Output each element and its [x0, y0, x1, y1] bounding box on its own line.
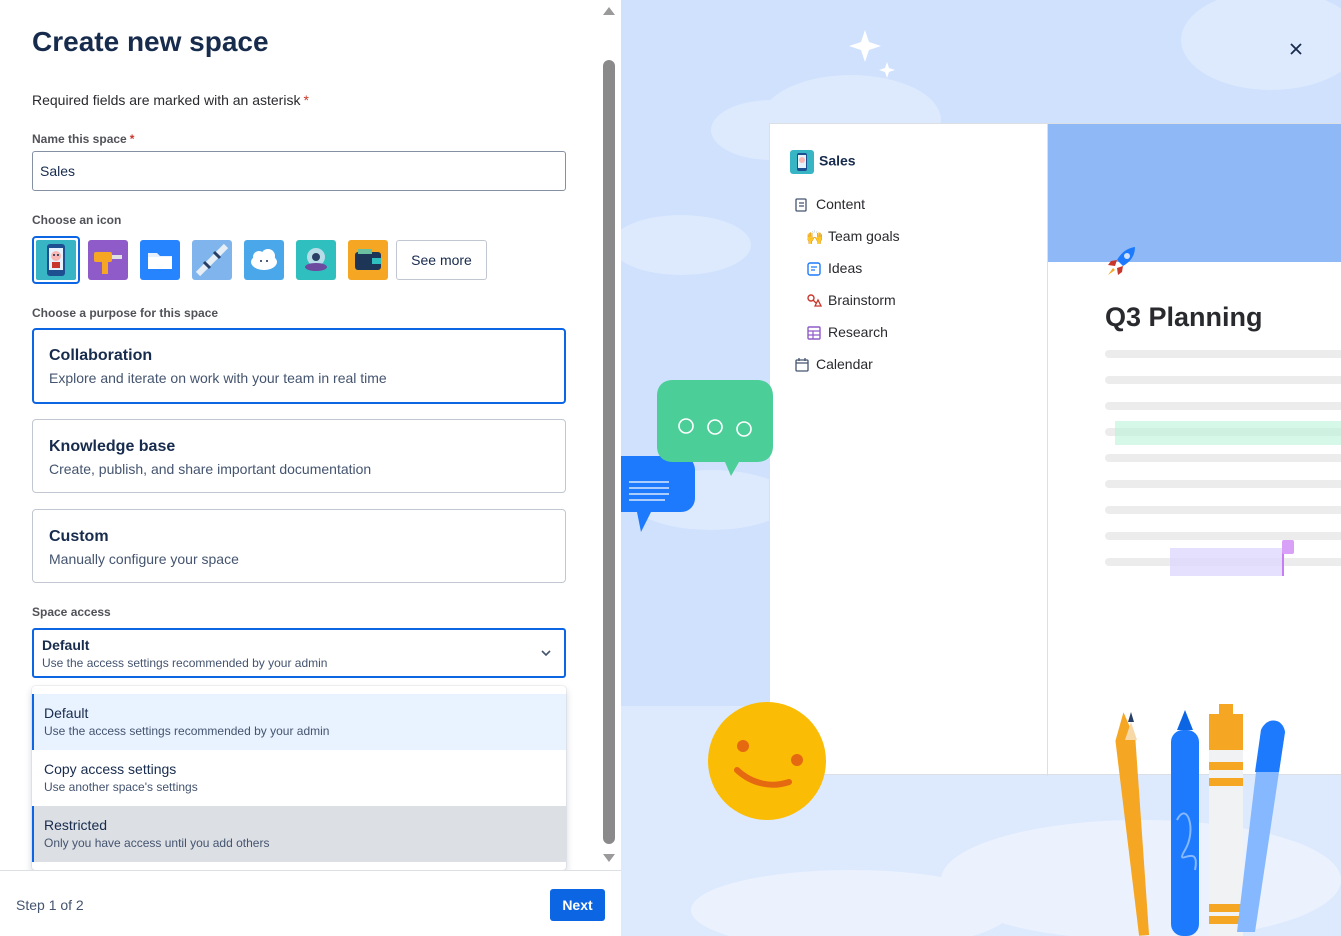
space-access-label: Space access: [32, 605, 111, 619]
page-banner: [1048, 124, 1341, 262]
space-access-select[interactable]: Default Use the access settings recommen…: [32, 628, 566, 678]
name-label: Name this space *: [32, 132, 134, 146]
pages-icon: [795, 198, 807, 212]
highlight-green: [1115, 421, 1341, 445]
purpose-custom[interactable]: Custom Manually configure your space: [32, 509, 566, 583]
nav-label: Team goals: [828, 228, 900, 244]
cloud-icon[interactable]: [244, 240, 284, 280]
rocket-icon: [1108, 247, 1135, 275]
nav-label: Brainstorm: [828, 292, 896, 308]
preview-card: Sales Content 🙌 Team goals Ideas Brainsto…: [769, 123, 1341, 776]
purpose-title: Collaboration: [49, 347, 153, 364]
purpose-label: Choose a purpose for this space: [32, 306, 219, 320]
placeholder-line: [1105, 480, 1341, 488]
preview-sidebar: Sales Content 🙌 Team goals Ideas Brainsto…: [770, 124, 1048, 776]
required-note-text: Required fields are marked with an aster…: [32, 92, 301, 108]
close-icon[interactable]: [1285, 38, 1307, 60]
placeholder-line: [1105, 506, 1341, 514]
name-label-text: Name this space: [32, 132, 127, 146]
calendar-icon: [795, 358, 809, 372]
nav-item-calendar[interactable]: Calendar: [794, 356, 873, 376]
see-more-button[interactable]: See more: [396, 240, 487, 280]
access-option-default[interactable]: Default Use the access settings recommen…: [32, 694, 566, 750]
option-title: Restricted: [44, 817, 108, 833]
preview-page-title: Q3 Planning: [1105, 302, 1263, 332]
option-title: Copy access settings: [44, 761, 177, 777]
select-value-desc: Use the access settings recommended by y…: [42, 656, 328, 670]
chat-bubbles-illustration: [621, 380, 773, 532]
select-value-title: Default: [42, 637, 90, 653]
phone-robot-icon: [790, 150, 814, 174]
purpose-title: Knowledge base: [49, 438, 176, 455]
create-space-panel: Create new space Required fields are mar…: [0, 0, 621, 936]
nav-item-team-goals[interactable]: 🙌 Team goals: [806, 228, 900, 248]
drill-icon[interactable]: [88, 240, 128, 280]
placeholder-line: [1105, 532, 1341, 540]
access-option-restricted[interactable]: Restricted Only you have access until yo…: [32, 806, 566, 862]
database-icon: [807, 326, 821, 340]
placeholder-line: [1105, 350, 1341, 358]
nav-label: Research: [828, 324, 888, 340]
scroll-down-icon[interactable]: [602, 853, 616, 863]
required-note: Required fields are marked with an aster…: [32, 92, 309, 108]
purpose-desc: Create, publish, and share important doc…: [49, 461, 372, 477]
option-desc: Use the access settings recommended by y…: [44, 724, 330, 738]
folder-icon[interactable]: [140, 240, 180, 280]
whiteboard-icon: [807, 294, 822, 307]
purpose-title: Custom: [49, 528, 109, 545]
placeholder-line: [1105, 402, 1341, 410]
nav-item-ideas[interactable]: Ideas: [806, 260, 862, 280]
purpose-desc: Explore and iterate on work with your te…: [49, 370, 387, 386]
space-access-menu: Default Use the access settings recommen…: [32, 686, 566, 870]
next-button[interactable]: Next: [550, 889, 605, 921]
option-title: Default: [44, 705, 89, 721]
nav-label: Ideas: [828, 260, 863, 276]
smiley-illustration: [708, 702, 826, 820]
step-indicator: Step 1 of 2: [16, 897, 84, 913]
space-name-input[interactable]: [32, 151, 566, 191]
purpose-desc: Manually configure your space: [49, 551, 239, 567]
highlight-purple: [1170, 548, 1284, 576]
preview-space-name: Sales: [790, 150, 856, 174]
placeholder-line: [1105, 376, 1341, 384]
nav-item-research[interactable]: Research: [806, 324, 888, 344]
purpose-collaboration[interactable]: Collaboration Explore and iterate on wor…: [32, 328, 566, 404]
space-name-text: Sales: [819, 152, 856, 169]
access-option-copy[interactable]: Copy access settings Use another space's…: [32, 750, 566, 806]
pens-illustration: [1115, 704, 1285, 936]
nav-item-content[interactable]: Content: [794, 196, 865, 216]
space-preview-panel: Sales Content 🙌 Team goals Ideas Brainsto…: [621, 0, 1341, 936]
scrollbar-thumb[interactable]: [603, 60, 615, 844]
chevron-down-icon: [541, 650, 551, 657]
option-desc: Only you have access until you add other…: [44, 836, 270, 850]
page-title: Create new space: [32, 26, 269, 57]
asterisk: *: [129, 132, 135, 146]
page-icon: [807, 262, 821, 276]
cursor-flag: [1282, 540, 1294, 554]
nav-item-brainstorm[interactable]: Brainstorm: [806, 292, 896, 312]
nav-label: Content: [816, 196, 866, 212]
asterisk: *: [303, 92, 309, 108]
purpose-knowledge-base[interactable]: Knowledge base Create, publish, and shar…: [32, 419, 566, 493]
option-desc: Use another space's settings: [44, 780, 198, 794]
scroll-up-icon[interactable]: [602, 6, 616, 16]
placeholder-line: [1105, 454, 1341, 462]
raised-hands-icon: 🙌: [806, 229, 824, 246]
satellite-icon[interactable]: [192, 240, 232, 280]
ufo-icon[interactable]: [296, 240, 336, 280]
phone-robot-icon[interactable]: [32, 236, 80, 284]
nav-label: Calendar: [816, 356, 873, 372]
icon-label: Choose an icon: [32, 213, 122, 227]
footer: Step 1 of 2 Next: [0, 870, 621, 936]
wallet-icon[interactable]: [348, 240, 388, 280]
